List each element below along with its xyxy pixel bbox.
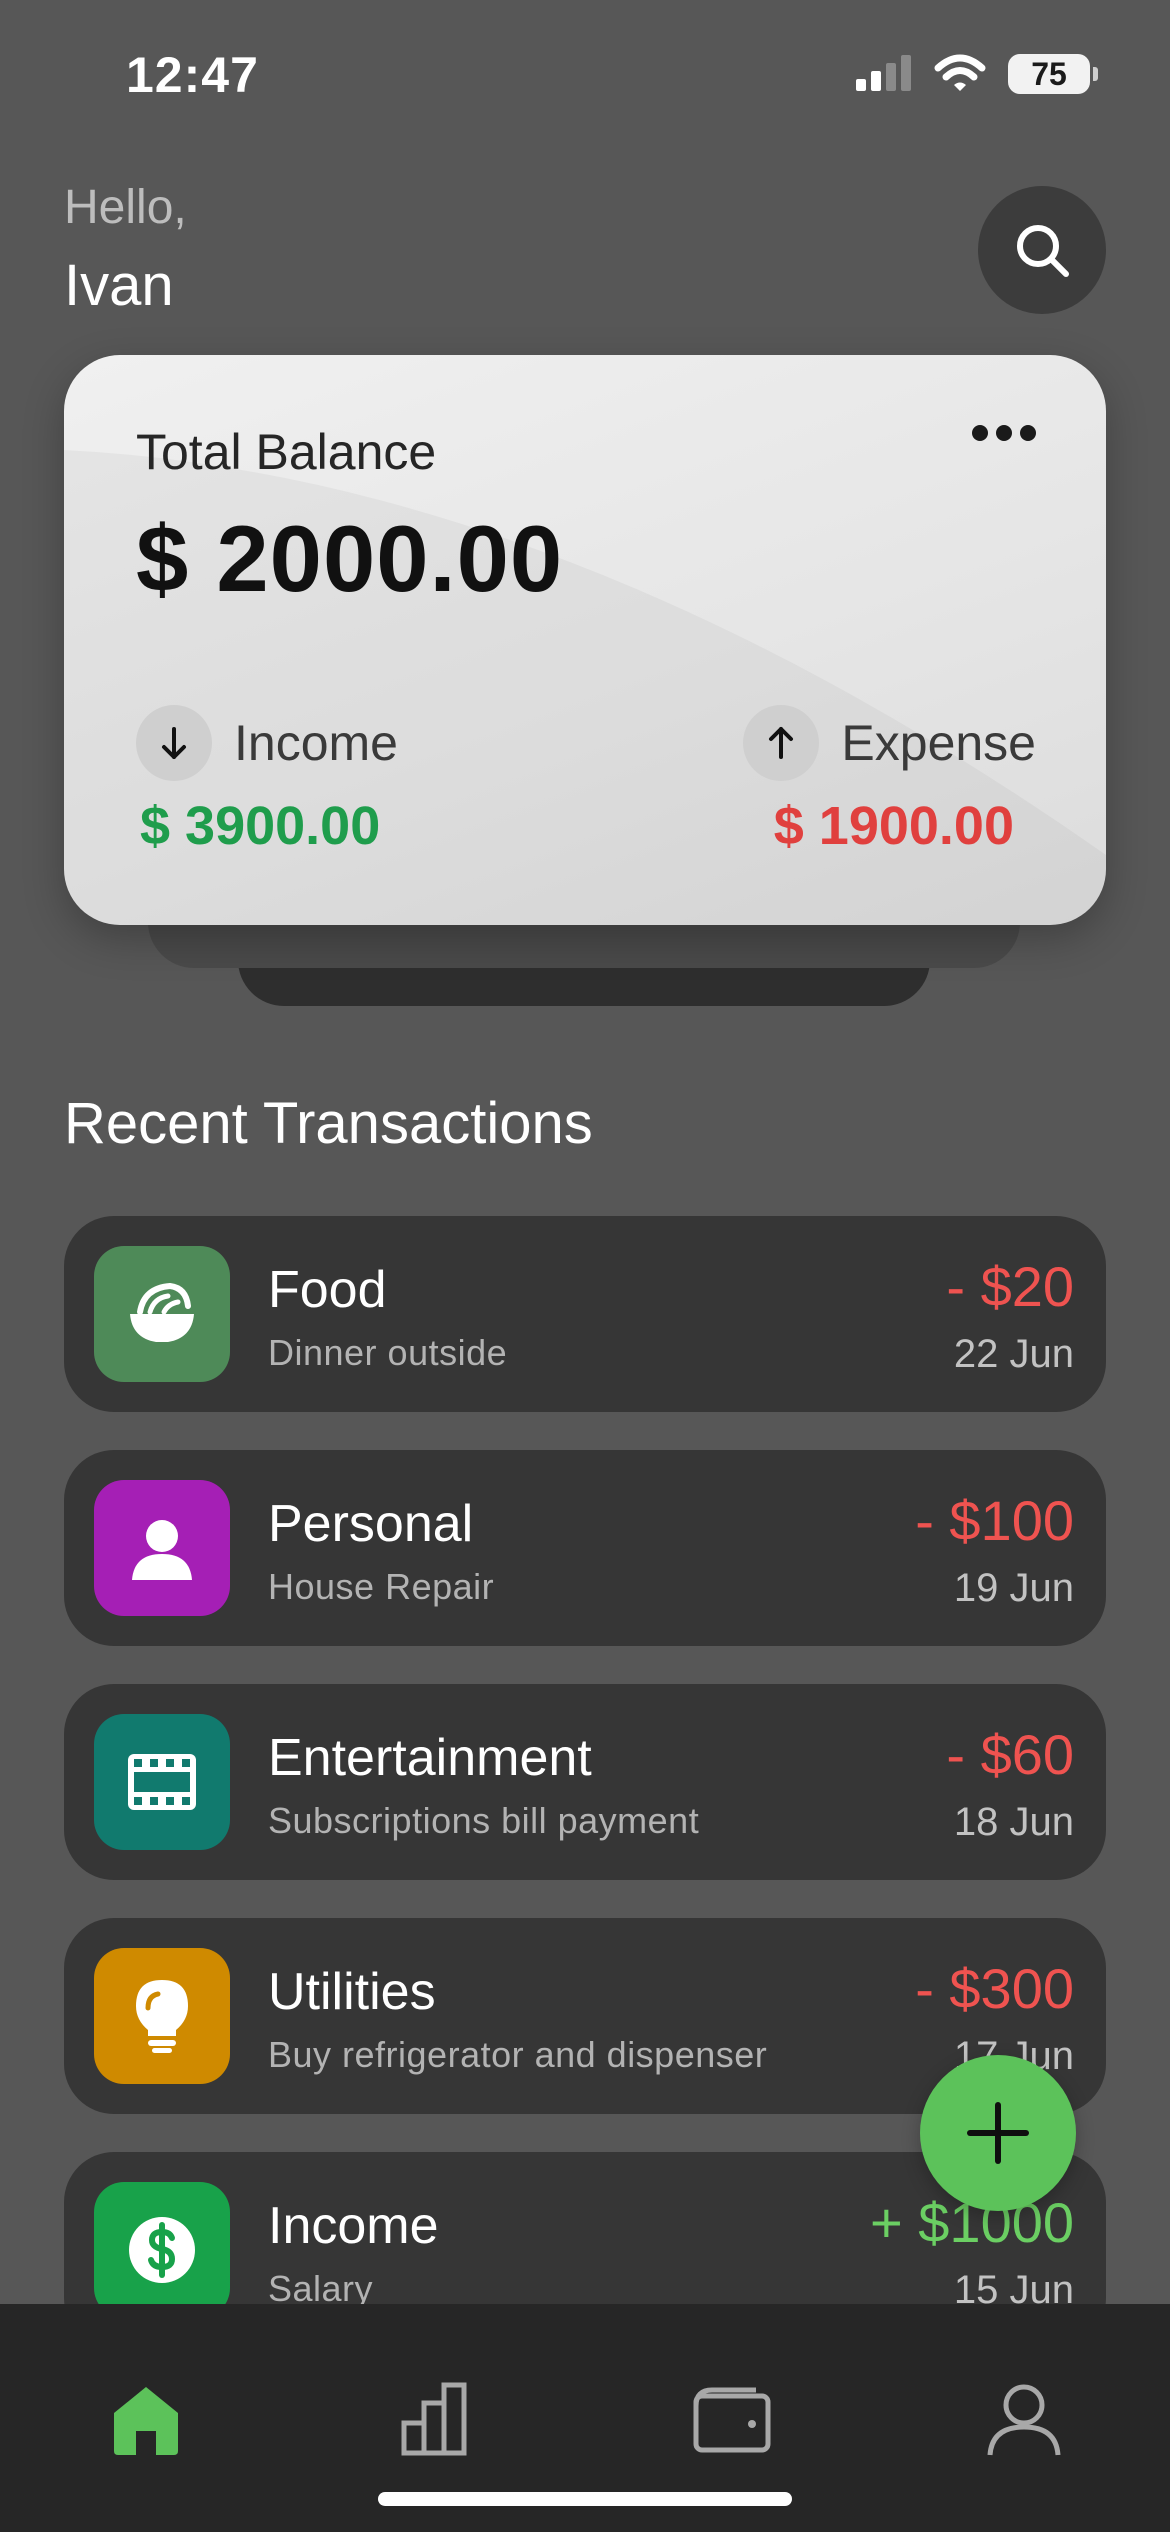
income-value: $ 3900.00 [140, 796, 381, 856]
transaction-subtitle: House Repair [268, 1566, 495, 1607]
home-icon [114, 2387, 178, 2455]
transaction-subtitle: Subscriptions bill payment [268, 1800, 700, 1841]
transaction-amount: - $100 [915, 1489, 1074, 1552]
transaction-amount: - $20 [946, 1255, 1074, 1318]
add-transaction-button[interactable] [920, 2055, 1076, 2211]
transaction-amount: - $300 [915, 1957, 1074, 2020]
transaction-title: Food [268, 1261, 387, 1319]
signal-icon [856, 55, 911, 91]
nav-wallet[interactable] [672, 2364, 792, 2474]
greeting-name: Ivan [64, 253, 174, 318]
home-indicator [378, 2492, 792, 2506]
lightbulb-icon [94, 1948, 230, 2084]
user-icon [987, 2384, 1061, 2456]
balance-amount: $ 2000.00 [136, 506, 564, 611]
status-time: 12:47 [126, 47, 259, 103]
transaction-item-personal[interactable]: Personal House Repair - $100 19 Jun [64, 1450, 1106, 1646]
income-label: Income [234, 715, 398, 771]
transaction-subtitle: Dinner outside [268, 1332, 508, 1373]
expense-label: Expense [841, 715, 1036, 771]
search-button[interactable] [978, 186, 1106, 314]
person-icon [94, 1480, 230, 1616]
transaction-item-food[interactable]: Food Dinner outside - $20 22 Jun [64, 1216, 1106, 1412]
arrow-up-icon [743, 705, 820, 781]
balance-card[interactable]: Total Balance $ 2000.00 Income $ 3900.00… [64, 355, 1106, 925]
wallet-icon [693, 2387, 771, 2453]
transaction-title: Personal [268, 1495, 474, 1553]
transaction-date: 19 Jun [953, 1566, 1074, 1610]
transaction-title: Entertainment [268, 1729, 592, 1787]
nav-profile[interactable] [964, 2364, 1084, 2474]
transaction-title: Income [268, 2197, 439, 2255]
nav-stats[interactable] [378, 2364, 498, 2474]
expense-value: $ 1900.00 [773, 796, 1014, 856]
arrow-down-icon [136, 705, 212, 781]
transaction-title: Utilities [268, 1963, 436, 2021]
film-icon [94, 1714, 230, 1850]
income-row: Income [136, 705, 398, 781]
transaction-amount: - $60 [946, 1723, 1074, 1786]
battery-level: 75 [1031, 55, 1067, 92]
nav-home[interactable] [86, 2364, 206, 2474]
transaction-date: 22 Jun [953, 1332, 1074, 1376]
bar-chart-icon [401, 2382, 467, 2456]
more-options-icon[interactable] [972, 425, 1036, 441]
transaction-item-entertainment[interactable]: Entertainment Subscriptions bill payment… [64, 1684, 1106, 1880]
greeting-hello: Hello, [64, 181, 187, 234]
status-icons: 75 [854, 54, 1098, 94]
transaction-date: 18 Jun [953, 1800, 1074, 1844]
bowl-icon [94, 1246, 230, 1382]
expense-row: Expense [743, 705, 1036, 781]
transaction-subtitle: Buy refrigerator and dispenser [268, 2034, 768, 2075]
balance-title: Total Balance [136, 424, 437, 480]
dollar-icon [94, 2182, 230, 2318]
plus-icon [967, 2102, 1029, 2164]
wifi-icon [934, 54, 986, 91]
battery-indicator: 75 [1008, 54, 1098, 94]
search-icon [1017, 225, 1069, 277]
recent-transactions-title: Recent Transactions [64, 1091, 593, 1156]
